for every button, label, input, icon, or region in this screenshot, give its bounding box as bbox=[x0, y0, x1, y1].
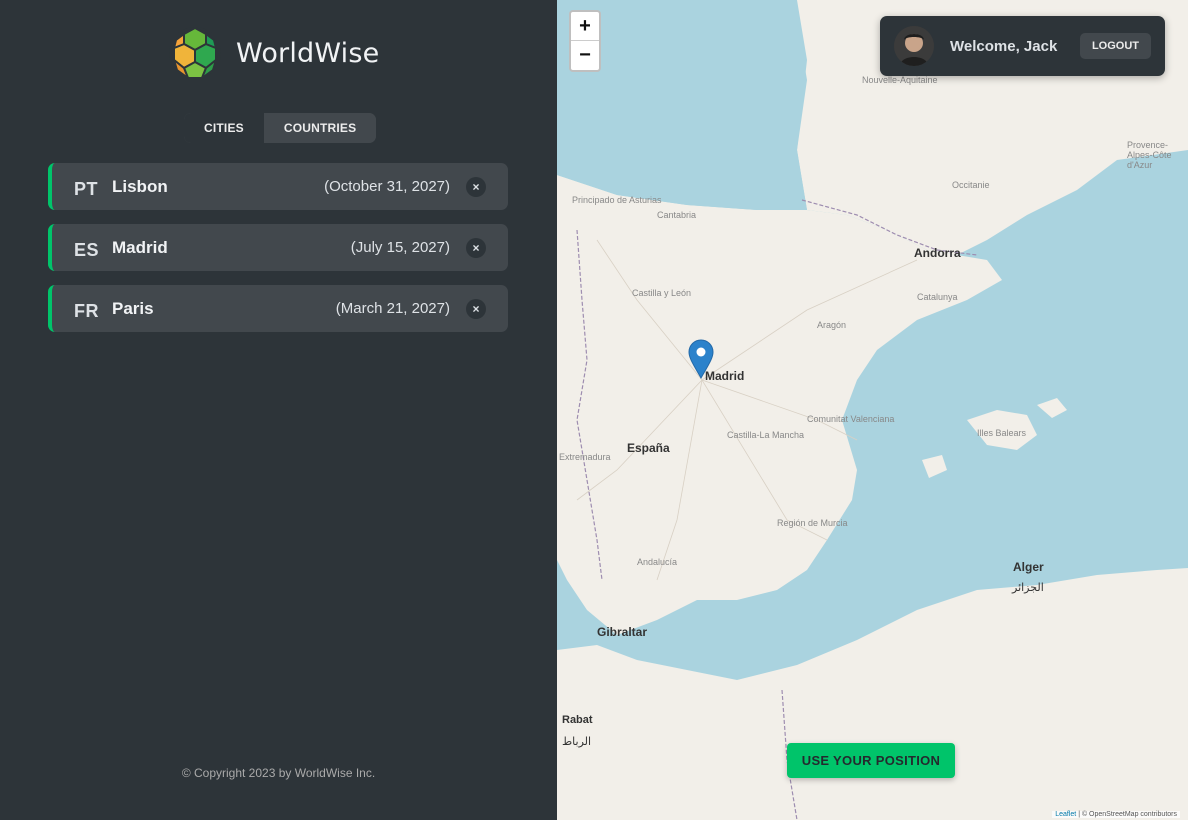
map-label-asturias: Principado de Asturias bbox=[572, 195, 662, 205]
attribution-text: | © OpenStreetMap contributors bbox=[1078, 811, 1177, 818]
map-attribution: Leaflet | © OpenStreetMap contributors bbox=[1052, 811, 1180, 818]
map-label-gibraltar: Gibraltar bbox=[597, 625, 648, 639]
map-label-rabat: Rabat bbox=[562, 714, 593, 726]
tab-cities[interactable]: CITIES bbox=[184, 113, 264, 143]
city-name: Madrid bbox=[112, 237, 168, 257]
leaflet-link[interactable]: Leaflet bbox=[1055, 811, 1076, 818]
city-date: (October 31, 2027) bbox=[324, 178, 450, 195]
map-label-castilla-leon: Castilla y León bbox=[632, 288, 692, 298]
logo-globe-icon bbox=[169, 26, 221, 80]
sidebar: WorldWise CITIES COUNTRIES PT Lisbon (Oc… bbox=[0, 0, 557, 820]
city-name: Paris bbox=[112, 298, 154, 318]
app-name: WorldWise bbox=[236, 37, 380, 69]
zoom-control: + − bbox=[569, 10, 601, 72]
logout-button[interactable]: LOGOUT bbox=[1079, 33, 1151, 59]
zoom-out-button[interactable]: − bbox=[571, 41, 599, 70]
map-tiles[interactable] bbox=[557, 0, 1188, 820]
map-label-rabat-ar: الرباط bbox=[562, 736, 592, 748]
city-date: (March 21, 2027) bbox=[335, 300, 450, 317]
user-panel: Welcome, Jack LOGOUT bbox=[880, 16, 1165, 76]
city-name: Lisbon bbox=[112, 176, 168, 196]
map-label-aragon: Aragón bbox=[817, 320, 847, 330]
city-item-madrid[interactable]: ES Madrid (July 15, 2027) × bbox=[48, 224, 508, 271]
map-label-aquitaine: Nouvelle-Aquitaine bbox=[862, 75, 938, 85]
map-label-castilla-mancha: Castilla-La Mancha bbox=[727, 430, 805, 440]
map[interactable]: Andorra Madrid España Gibraltar Alger ال… bbox=[557, 0, 1188, 820]
city-item-lisbon[interactable]: PT Lisbon (October 31, 2027) × bbox=[48, 163, 508, 210]
map-label-murcia: Región de Murcia bbox=[777, 518, 848, 528]
map-label-alger: Alger bbox=[1013, 560, 1044, 574]
map-label-occitanie: Occitanie bbox=[952, 180, 990, 190]
map-label-andorra: Andorra bbox=[914, 246, 961, 260]
copyright: © Copyright 2023 by WorldWise Inc. bbox=[181, 766, 376, 780]
view-tabs: CITIES COUNTRIES bbox=[184, 113, 377, 143]
city-list: PT Lisbon (October 31, 2027) × ES Madrid… bbox=[48, 163, 508, 346]
map-label-extremadura: Extremadura bbox=[559, 452, 611, 462]
delete-city-button[interactable]: × bbox=[466, 298, 486, 319]
city-date: (July 15, 2027) bbox=[350, 239, 450, 256]
map-label-provence: Provence-Alpes-Côte d'Azur bbox=[1127, 140, 1172, 170]
map-label-cantabria: Cantabria bbox=[657, 210, 697, 220]
map-label-andalucia: Andalucía bbox=[637, 557, 678, 567]
map-label-madrid: Madrid bbox=[705, 369, 745, 383]
map-label-alger-ar: الجزائر bbox=[1012, 582, 1044, 594]
zoom-in-button[interactable]: + bbox=[571, 12, 599, 41]
country-code: PT bbox=[74, 178, 99, 199]
country-code: FR bbox=[74, 300, 99, 321]
welcome-text: Welcome, Jack bbox=[950, 37, 1058, 55]
map-label-catalunya: Catalunya bbox=[917, 292, 958, 302]
country-code: ES bbox=[74, 239, 100, 260]
map-label-valenciana: Comunitat Valenciana bbox=[807, 414, 895, 424]
delete-city-button[interactable]: × bbox=[466, 176, 486, 197]
tab-countries[interactable]: COUNTRIES bbox=[263, 113, 377, 143]
delete-city-button[interactable]: × bbox=[466, 237, 486, 258]
use-position-button[interactable]: USE YOUR POSITION bbox=[787, 743, 955, 778]
user-avatar-icon bbox=[894, 26, 934, 66]
city-item-paris[interactable]: FR Paris (March 21, 2027) × bbox=[48, 285, 508, 332]
map-label-espana: España bbox=[627, 441, 670, 455]
logo[interactable]: WorldWise bbox=[168, 26, 379, 80]
avatar bbox=[894, 26, 934, 66]
map-label-illes-balears: Illes Balears bbox=[977, 428, 1027, 438]
